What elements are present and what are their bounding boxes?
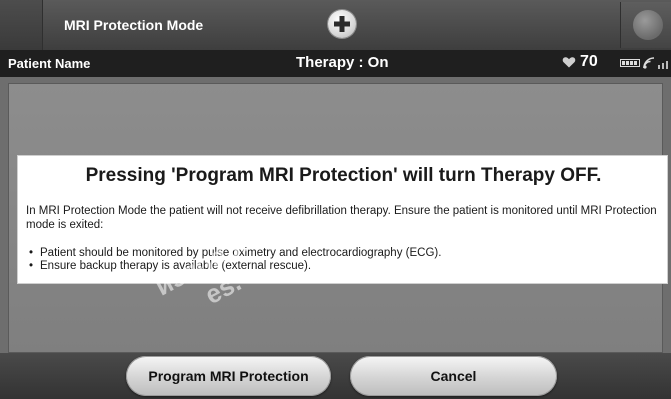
status-bar: Patient Name Therapy : On 70 <box>0 50 671 77</box>
signal-bars-icon <box>658 61 668 69</box>
cancel-button[interactable]: Cancel <box>350 356 557 396</box>
bullet-marker: • <box>29 260 34 272</box>
device-icon <box>633 10 663 40</box>
heart-rate-value: 70 <box>580 53 598 70</box>
top-left-panel <box>0 0 43 50</box>
list-item-text: Ensure backup therapy is available (exte… <box>40 260 312 272</box>
dialog-title: Pressing 'Program MRI Protection' will t… <box>85 165 602 186</box>
bottom-action-bar: Program MRI Protection Cancel <box>0 353 671 399</box>
list-item: • Ensure backup therapy is available (ex… <box>26 260 660 273</box>
wireless-icon <box>643 57 655 69</box>
therapy-status: Therapy : On <box>296 54 389 71</box>
warning-dialog: Pressing 'Program MRI Protection' will t… <box>17 155 668 284</box>
top-header-bar: MRI Protection Mode <box>0 0 671 51</box>
bullet-marker: • <box>29 247 34 259</box>
corner-menu-button[interactable] <box>620 2 671 48</box>
patient-name-label: Patient Name <box>8 56 91 71</box>
plus-circle-icon[interactable] <box>328 10 356 38</box>
mri-protection-screen: MRI Protection Mode Patient Name Therapy… <box>0 0 671 399</box>
dialog-message: In MRI Protection Mode the patient will … <box>26 205 657 231</box>
mode-title: MRI Protection Mode <box>64 17 204 33</box>
heart-icon <box>562 57 576 68</box>
battery-icon <box>620 59 640 67</box>
dialog-instructions-list: • Patient should be monitored by pulse o… <box>26 247 660 273</box>
program-mri-protection-button[interactable]: Program MRI Protection <box>126 356 331 396</box>
list-item: • Patient should be monitored by pulse o… <box>26 247 660 260</box>
list-item-text: Patient should be monitored by pulse oxi… <box>40 247 442 259</box>
